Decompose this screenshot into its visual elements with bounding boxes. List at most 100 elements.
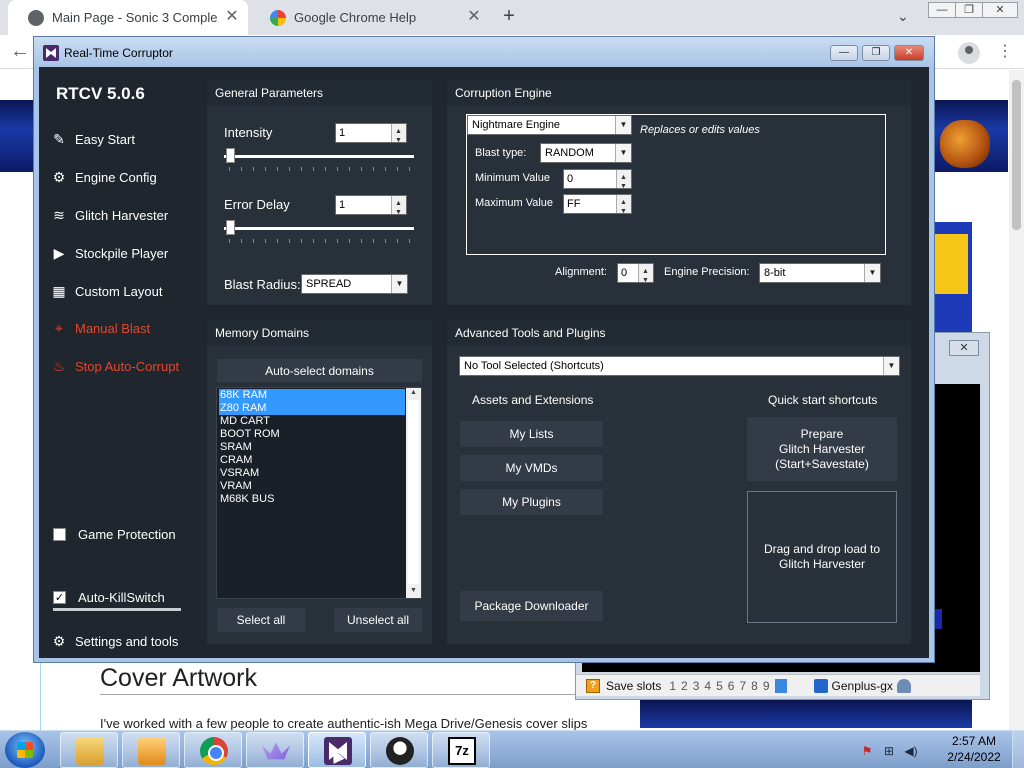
sidebar-item-custom-layout[interactable]: ▦ Custom Layout xyxy=(51,280,162,302)
package-downloader-button[interactable]: Package Downloader xyxy=(460,591,603,621)
spin-arrows-icon[interactable] xyxy=(391,123,406,150)
scroll-thumb[interactable] xyxy=(408,400,419,584)
scroll-up-icon[interactable]: ▲ xyxy=(410,389,417,396)
intensity-slider[interactable] xyxy=(224,155,414,158)
emulator-close-button[interactable]: ✕ xyxy=(949,340,979,356)
list-item[interactable]: M68K BUS xyxy=(219,493,405,506)
settings-and-tools-button[interactable]: ⚙ Settings and tools xyxy=(51,630,179,652)
back-arrow-icon[interactable]: ← xyxy=(10,40,30,63)
spin-value: FF xyxy=(567,198,581,210)
list-item[interactable]: SRAM xyxy=(219,441,405,454)
browser-maximize-button[interactable]: ❐ xyxy=(955,2,983,18)
list-item[interactable]: Z80 RAM xyxy=(219,402,405,415)
sidebar-item-easy-start[interactable]: ✎ Easy Start xyxy=(51,128,135,150)
game-protection-toggle[interactable]: Game Protection xyxy=(53,523,176,545)
save-slot[interactable]: 3 xyxy=(693,679,700,693)
save-slot[interactable]: 7 xyxy=(739,679,746,693)
blast-radius-select[interactable]: SPREAD ▼ xyxy=(301,274,408,294)
my-vmds-button[interactable]: My VMDs xyxy=(460,455,603,481)
checkbox-checked[interactable]: ✓ xyxy=(53,590,66,604)
auto-select-domains-button[interactable]: Auto-select domains xyxy=(217,359,422,382)
sidebar-item-engine-config[interactable]: ⚙ Engine Config xyxy=(51,166,157,188)
clock-date[interactable]: 2/24/2022 xyxy=(942,750,1006,764)
spin-arrows-icon[interactable] xyxy=(616,194,631,221)
spin-arrows-icon[interactable] xyxy=(616,169,631,196)
checkbox[interactable] xyxy=(53,527,66,541)
error-delay-slider-thumb[interactable] xyxy=(226,220,235,235)
list-item[interactable]: 68K RAM xyxy=(219,389,405,402)
save-slot[interactable]: 5 xyxy=(716,679,723,693)
prepare-glitch-harvester-button[interactable]: Prepare Glitch Harvester (Start+Savestat… xyxy=(747,417,897,481)
unselect-all-button[interactable]: Unselect all xyxy=(334,608,422,632)
scroll-down-icon[interactable]: ▼ xyxy=(410,587,417,594)
close-icon[interactable]: ✕ xyxy=(224,9,240,25)
save-slot[interactable]: 2 xyxy=(681,679,688,693)
error-delay-slider[interactable] xyxy=(224,227,414,230)
tab-chrome-help[interactable]: Google Chrome Help ✕ xyxy=(250,0,490,35)
taskbar-media-player[interactable] xyxy=(122,732,180,768)
game-sprite-image xyxy=(940,120,990,168)
save-slot-active[interactable]: 0 xyxy=(774,678,787,693)
new-tab-button[interactable]: + xyxy=(499,5,519,28)
browser-close-button[interactable]: ✕ xyxy=(982,2,1018,18)
more-menu-icon[interactable]: ⋮ xyxy=(997,41,1013,61)
tool-select[interactable]: No Tool Selected (Shortcuts) ▼ xyxy=(459,356,900,376)
clock-time[interactable]: 2:57 AM xyxy=(946,734,1002,748)
auto-killswitch-toggle[interactable]: ✓ Auto-KillSwitch xyxy=(53,586,165,608)
list-item[interactable]: CRAM xyxy=(219,454,405,467)
close-icon[interactable]: ✕ xyxy=(466,9,482,25)
intensity-input[interactable]: 1 xyxy=(335,123,407,150)
list-item[interactable]: VSRAM xyxy=(219,467,405,480)
list-scrollbar[interactable]: ▲ ▼ xyxy=(406,388,421,598)
action-center-flag-icon[interactable]: ⚑ xyxy=(860,744,874,758)
my-plugins-button[interactable]: My Plugins xyxy=(460,489,603,515)
list-item[interactable]: MD CART xyxy=(219,415,405,428)
engine-precision-select[interactable]: 8-bit ▼ xyxy=(759,263,881,283)
rtcv-titlebar[interactable]: Real-Time Corruptor — ❐ ✕ xyxy=(34,37,934,67)
spin-arrows-icon[interactable] xyxy=(391,195,406,222)
maximum-value-input[interactable]: FF xyxy=(563,194,632,221)
sidebar-item-stop-auto-corrupt[interactable]: ♨ Stop Auto-Corrupt xyxy=(51,355,179,377)
list-item[interactable]: VRAM xyxy=(219,480,405,493)
volume-icon[interactable]: ◀) xyxy=(904,744,918,758)
alignment-input[interactable]: 0 xyxy=(617,263,654,290)
sidebar-item-manual-blast[interactable]: ⌖ Manual Blast xyxy=(51,317,150,339)
taskbar-rtcv-launcher[interactable] xyxy=(246,732,304,768)
save-slot[interactable]: 4 xyxy=(704,679,711,693)
network-icon[interactable]: ⊞ xyxy=(882,744,896,758)
save-slot[interactable]: 1 xyxy=(669,679,676,693)
list-item[interactable]: BOOT ROM xyxy=(219,428,405,441)
page-scrollbar[interactable] xyxy=(1009,70,1024,730)
taskbar-file-explorer[interactable] xyxy=(60,732,118,768)
minimum-value-input[interactable]: 0 xyxy=(563,169,632,196)
blast-type-select[interactable]: RANDOM ▼ xyxy=(540,143,632,163)
save-slot[interactable]: 8 xyxy=(751,679,758,693)
my-lists-button[interactable]: My Lists xyxy=(460,421,603,447)
rtcv-launcher-icon xyxy=(262,742,290,760)
browser-minimize-button[interactable]: — xyxy=(928,2,956,18)
taskbar-bizhawk[interactable] xyxy=(370,732,428,768)
glitch-harvester-drop-zone[interactable]: Drag and drop load to Glitch Harvester xyxy=(747,491,897,623)
spin-arrows-icon[interactable] xyxy=(638,263,653,290)
minimize-button[interactable]: — xyxy=(830,45,858,61)
select-all-button[interactable]: Select all xyxy=(217,608,305,632)
corruption-engine-panel: Corruption Engine Nightmare Engine ▼ Rep… xyxy=(447,81,911,305)
sidebar-item-stockpile-player[interactable]: ▶ Stockpile Player xyxy=(51,242,169,264)
taskbar-7zip[interactable]: 7z xyxy=(432,732,490,768)
taskbar-chrome[interactable] xyxy=(184,732,242,768)
save-slot[interactable]: 9 xyxy=(763,679,770,693)
close-button[interactable]: ✕ xyxy=(894,45,924,61)
error-delay-input[interactable]: 1 xyxy=(335,195,407,222)
tab-sonic-main-page[interactable]: Main Page - Sonic 3 Complete ✕ xyxy=(8,0,248,35)
maximize-button[interactable]: ❐ xyxy=(862,45,890,61)
profile-avatar-icon[interactable] xyxy=(958,42,980,64)
engine-select[interactable]: Nightmare Engine ▼ xyxy=(467,115,632,135)
show-desktop-button[interactable] xyxy=(1012,731,1024,768)
memory-domain-list[interactable]: 68K RAM Z80 RAM MD CART BOOT ROM SRAM CR… xyxy=(216,387,422,599)
save-slot[interactable]: 6 xyxy=(728,679,735,693)
chevron-down-icon: ▼ xyxy=(615,116,631,134)
intensity-slider-thumb[interactable] xyxy=(226,148,235,163)
tab-search-icon[interactable]: ⌄ xyxy=(897,8,909,25)
sidebar-item-glitch-harvester[interactable]: ≋ Glitch Harvester xyxy=(51,204,168,226)
start-button[interactable] xyxy=(5,732,45,768)
